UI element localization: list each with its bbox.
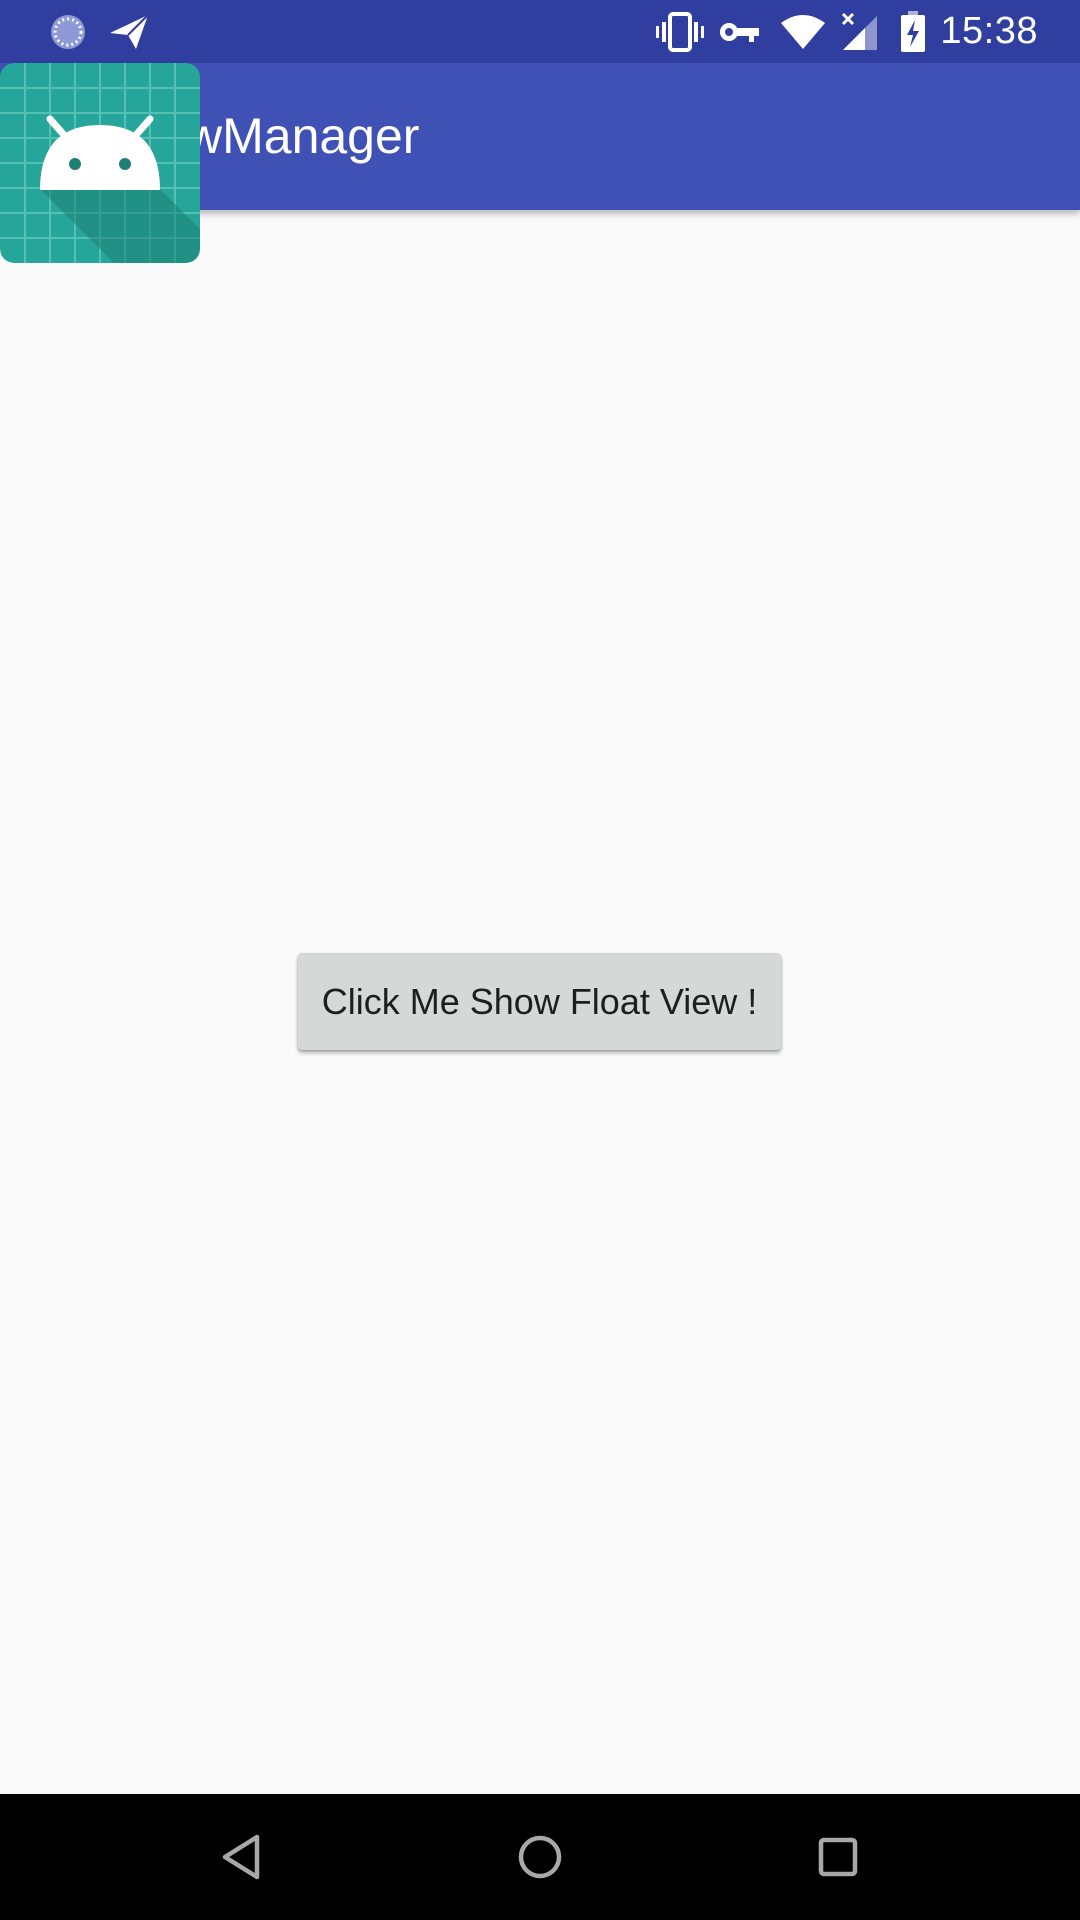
- vpn-key-icon: [718, 0, 762, 63]
- signal-icon: [840, 0, 880, 63]
- back-icon[interactable]: [178, 1794, 304, 1920]
- wifi-icon: [778, 0, 828, 63]
- android-app-icon[interactable]: [0, 63, 200, 263]
- send-icon: [106, 0, 152, 63]
- battery-charging-icon: [898, 0, 928, 63]
- status-time: 15:38: [940, 10, 1038, 52]
- home-icon[interactable]: [477, 1794, 603, 1920]
- sync-icon: [46, 0, 90, 63]
- status-bar: 15:38: [0, 0, 1080, 63]
- show-float-view-button[interactable]: Click Me Show Float View !: [298, 953, 781, 1050]
- vibrate-icon: [655, 0, 705, 63]
- recents-icon[interactable]: [775, 1794, 901, 1920]
- navigation-bar: [0, 1794, 1080, 1920]
- app-title: wManager: [186, 108, 420, 164]
